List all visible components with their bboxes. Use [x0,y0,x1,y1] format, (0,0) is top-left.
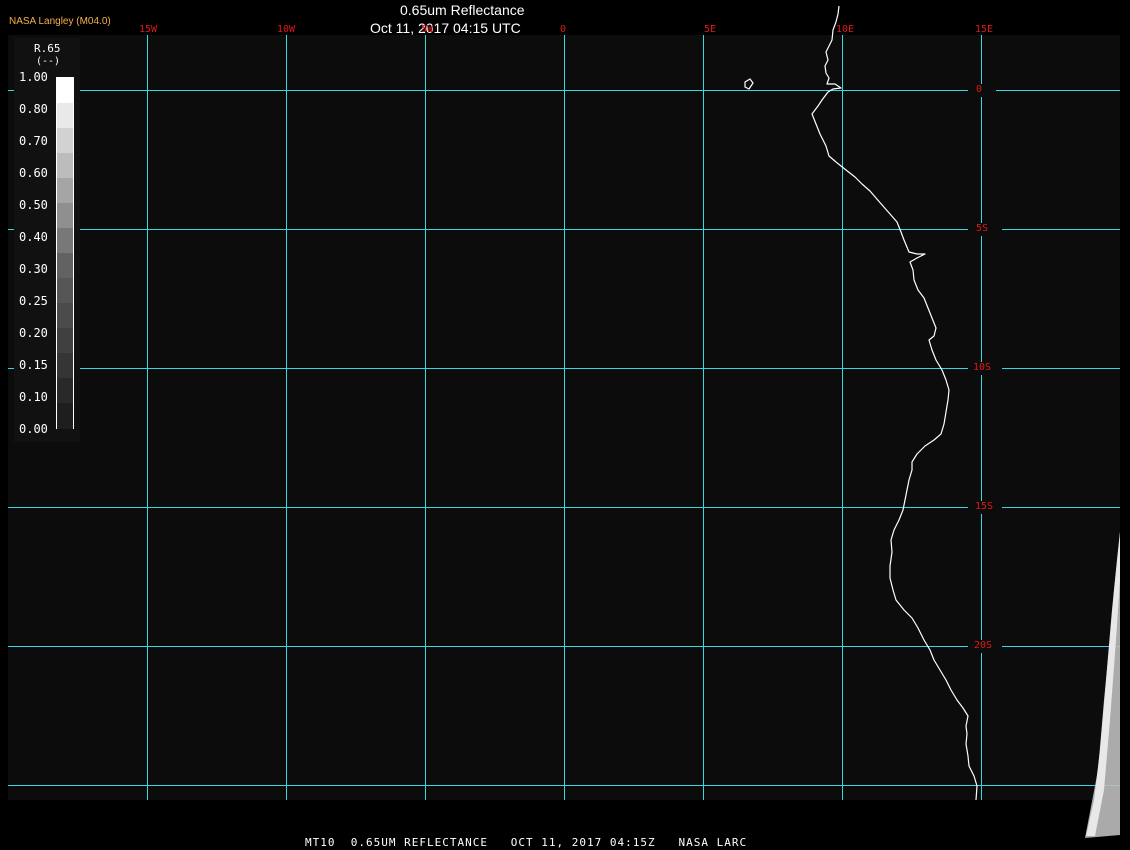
legend-color-bar [56,77,74,429]
lat-label-20s: 20S [974,640,993,651]
legend-tick-label: 0.20 [19,326,48,340]
lat-label-0: 0 [976,84,983,95]
brand-label: NASA Langley (M04.0) [9,16,111,27]
lon-label-15e: 15E [975,24,994,35]
legend-swatch [57,378,73,404]
lon-label-0: 0 [560,24,567,35]
lon-label-5e: 5E [704,24,717,35]
lat-label-5s: 5S [976,223,989,234]
legend-swatch [57,128,73,154]
lat-label-15s: 15S [975,501,994,512]
legend-swatch [57,328,73,354]
lon-label-10e: 10E [836,24,855,35]
legend-swatch [57,403,73,429]
legend-tick-label: 0.70 [19,134,48,148]
lon-label-10w: 10W [277,24,296,35]
legend-tick-label: 0.25 [19,294,48,308]
legend-tick-label: 0.50 [19,198,48,212]
legend-tick-label: 0.10 [19,390,48,404]
legend-swatch [57,253,73,279]
legend-unit: (--) [36,56,61,67]
legend-tick-label: 1.00 [19,70,48,84]
legend-tick-label: 0.60 [19,166,48,180]
lat-label-10s: 10S [973,362,992,373]
map-title: 0.65um Reflectance [400,2,525,18]
map-datetime: Oct 11, 2017 04:15 UTC [370,20,521,36]
legend-swatch [57,203,73,229]
legend-swatch [57,353,73,379]
legend-swatch [57,303,73,329]
legend-tick-label: 0.00 [19,422,48,436]
legend-variable-name: R.65 [34,42,61,55]
legend-swatch [57,178,73,204]
legend-swatch [57,103,73,129]
lon-label-15w: 15W [139,24,158,35]
color-legend: R.65 (--) 1.00 0.80 0.70 0.60 0.50 0.40 0.30 0.… [14,38,80,442]
footer-caption: MT10 0.65UM REFLECTANCE OCT 11, 2017 04:… [305,836,748,849]
legend-tick-label: 0.80 [19,102,48,116]
legend-tick-label: 0.30 [19,262,48,276]
legend-tick-label: 0.15 [19,358,48,372]
map-canvas [8,5,1120,838]
legend-swatch [57,153,73,179]
legend-swatch [57,278,73,304]
lon-label-5w: 5W [421,24,434,35]
legend-swatch [57,78,73,104]
legend-swatch [57,228,73,254]
legend-tick-label: 0.40 [19,230,48,244]
